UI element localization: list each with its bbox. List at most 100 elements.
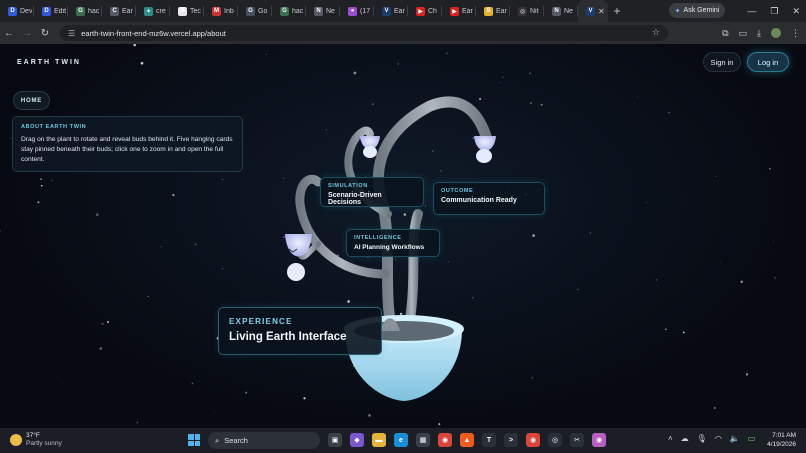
sign-in-button[interactable]: Sign in [703,52,741,72]
brand-logo[interactable]: EARTH TWIN [17,59,81,66]
tab-15[interactable]: ◎ Nit [510,0,544,22]
file-explorer-icon[interactable]: ▬ [372,433,386,447]
forward-icon[interactable]: → [18,22,36,44]
maximize-icon[interactable]: ❐ [770,6,778,17]
bookmark-star-icon[interactable]: ☆ [652,27,660,38]
tab-title: Nit [530,7,539,15]
microphone-icon[interactable]: 🎙 [697,434,707,443]
cast-icon[interactable]: ▭ [739,28,748,39]
site-info-icon[interactable]: ☰ [68,29,75,38]
toolbar-actions: ⧉ ▭ ⤓ ⋮ [722,22,800,44]
capcut-icon[interactable]: ✂ [570,433,584,447]
window-controls: — ❐ ✕ [747,0,800,22]
card-outcome-label: OUTCOME [441,188,474,194]
address-bar[interactable]: ☰ earth-twin-front-end-mz6w.vercel.app/a… [60,25,668,41]
chrome-active-icon[interactable]: ◉ [526,433,540,447]
minimize-icon[interactable]: — [747,6,756,16]
tab-title: Edit [54,7,67,15]
page-viewport: EARTH TWIN Sign in Log in HOME ABOUT EAR… [0,44,806,428]
tab-favicon-icon: D [42,6,51,16]
tab-title: Tec [190,7,201,15]
new-tab-button[interactable]: + [608,0,626,22]
close-tab-icon[interactable]: ✕ [598,7,605,16]
sun-icon [10,434,22,446]
terminal-icon[interactable]: > [504,433,518,447]
copilot-icon[interactable]: ◆ [350,433,364,447]
taskbar-search[interactable]: ⌕ Search [208,432,320,449]
log-in-button[interactable]: Log in [747,52,789,72]
tab-12[interactable]: ▶ Ch [408,0,442,22]
clock-time: 7:01 AM [772,432,796,439]
menu-kebab-icon[interactable]: ⋮ [791,28,800,39]
weather-temp: 37°F [26,432,40,439]
onedrive-icon[interactable]: ☁ [681,434,689,443]
text-app-icon[interactable]: T [482,433,496,447]
card-simulation[interactable]: SIMULATION Scenario-Driven Decisions [320,177,424,207]
tab-favicon-icon: G [76,6,85,16]
gemini-sparkle-icon: ✦ [674,7,681,15]
tab-favicon-icon: G [280,6,289,16]
card-outcome-value: Communication Ready [441,197,517,204]
tab-13[interactable]: ▶ Ear [442,0,476,22]
start-windows-icon[interactable] [188,434,200,446]
volume-icon[interactable]: 🔈 [730,434,740,443]
github-icon[interactable]: ◎ [548,433,562,447]
tab-5[interactable]: B Tec [170,0,204,22]
tab-3[interactable]: C Ear [102,0,136,22]
tab-2[interactable]: Ghac [68,0,102,22]
card-intelligence[interactable]: INTELLIGENCE AI Planning Workflows [346,229,440,257]
tab-active[interactable]: V ✕ [578,0,608,22]
tab-16[interactable]: N Ne [544,0,578,22]
edge-icon[interactable]: e [394,433,408,447]
store-icon[interactable]: ▦ [416,433,430,447]
tab-11[interactable]: V Ear [374,0,408,22]
tab-favicon-icon: C [110,6,119,16]
tab-favicon-icon: N [552,6,561,16]
ask-gemini-label: Ask Gemini [683,7,720,14]
tab-favicon-icon: ✦ [144,6,153,16]
battery-icon[interactable]: ▭ [748,434,756,443]
tab-favicon-icon: N [314,6,323,16]
tab-9[interactable]: N Ne [306,0,340,22]
pinned-apps: ▣ ◆ ▬ e ▦ ◉ ▲ T > ◉ ◎ ✂ ◉ [328,433,606,447]
tab-title: hac [88,7,100,15]
tab-title: Ear [496,7,507,15]
tab-title: Dev [20,7,33,15]
profile-avatar-icon[interactable] [771,28,781,38]
back-icon[interactable]: ← [0,22,18,44]
windows-taskbar: 37°F Partly sunny ⌕ Search ▣ ◆ ▬ e ▦ ◉ ▲… [0,428,806,453]
card-intelligence-label: INTELLIGENCE [354,235,402,241]
about-heading: ABOUT EARTH TWIN [21,124,87,130]
system-tray: ˄ ☁ 🎙 ◠ 🔈 ▭ [668,434,755,443]
tab-4[interactable]: ✦ cre [136,0,170,22]
tab-14[interactable]: S Ear [476,0,510,22]
card-outcome[interactable]: OUTCOME Communication Ready [433,182,545,215]
home-button[interactable]: HOME [13,91,50,110]
screen: D Dev D Edit Ghac C Ear ✦ cre B Tec M Inb G Go Ghac N Ne ●… [0,0,806,453]
close-window-icon[interactable]: ✕ [792,6,800,17]
tab-title: hac [292,7,304,15]
extensions-icon[interactable]: ⧉ [722,28,728,39]
tab-8[interactable]: Ghac [272,0,306,22]
tab-favicon-icon: D [8,6,17,16]
tab-0[interactable]: D Dev [0,0,34,22]
card-experience[interactable]: EXPERIENCE Living Earth Interface [218,307,382,355]
ask-gemini-button[interactable]: ✦ Ask Gemini [669,3,725,18]
download-icon[interactable]: ⤓ [757,28,761,39]
task-view-icon[interactable]: ▣ [328,433,342,447]
tab-10[interactable]: ● (17 [340,0,374,22]
tab-1[interactable]: D Edit [34,0,68,22]
chrome-icon[interactable]: ◉ [438,433,452,447]
tab-7[interactable]: G Go [238,0,272,22]
reload-icon[interactable]: ↻ [36,22,54,44]
bud-left[interactable] [283,234,313,281]
chrome-canary-icon[interactable]: ◉ [592,433,606,447]
brave-icon[interactable]: ▲ [460,433,474,447]
clock[interactable]: 7:01 AM 4/19/2026 [767,432,796,449]
chevron-up-icon[interactable]: ˄ [668,434,673,443]
tab-6[interactable]: M Inb [204,0,238,22]
vercel-favicon-icon: V [586,6,595,16]
bud-top-right[interactable] [472,136,496,163]
wifi-icon[interactable]: ◠ [715,434,722,443]
weather-widget[interactable]: 37°F Partly sunny [10,432,62,448]
